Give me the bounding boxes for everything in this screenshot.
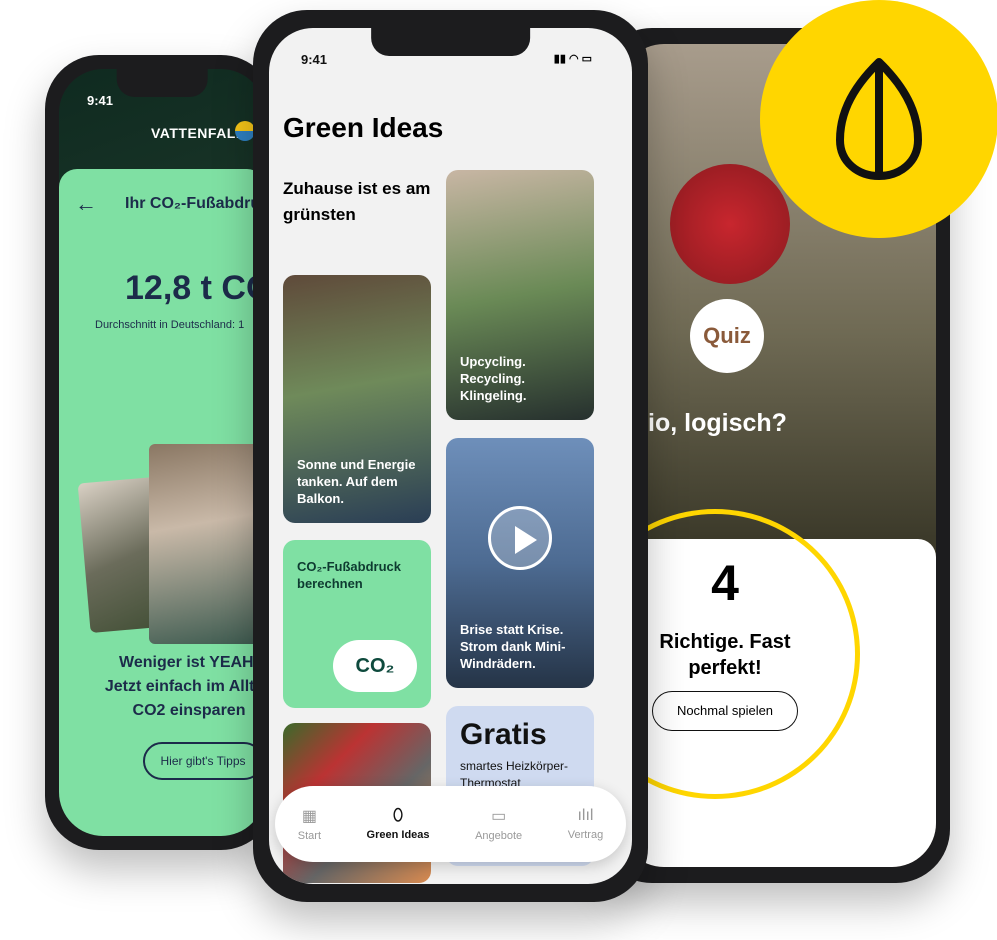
tile-wind[interactable]: Brise statt Krise. Strom dank Mini-Windr… [446, 438, 594, 688]
grid-icon: ▦ [301, 808, 317, 825]
tips-button[interactable]: Hier gibt's Tipps [143, 742, 263, 780]
center-phone: 9:41 ▮▮ ◠ ▭ Green Ideas Zuhause ist es a… [253, 10, 648, 902]
quiz-badge: Quiz [690, 299, 764, 373]
promo-text: Weniger ist YEAH! Jetzt einfach im Alltag… [104, 654, 265, 719]
leaf-icon: ⬯ [393, 807, 404, 824]
average-text: Durchschnitt in Deutschland: 1 [95, 319, 245, 331]
status-time: 9:41 [301, 52, 328, 67]
co2-card: ← Ihr CO₂-Fußabdruck 12,8 t CO₂ Durchsch… [59, 169, 265, 836]
score: 4 [711, 555, 739, 611]
page-title: Green Ideas [283, 112, 444, 143]
replay-button[interactable]: Nochmal spielen [652, 691, 798, 731]
left-screen: 9:41 VATTENFALL ← Ihr CO₂-Fußabdruck 12,… [59, 69, 265, 836]
co2-cloud-icon: CO₂ [333, 640, 417, 692]
bottom-nav: ▦ Start ⬯ Green Ideas ▭ Angebote ılıl Vertra… [275, 786, 626, 862]
result-card: 4 Richtige. Fast perfekt! Nochmal spiele… [620, 509, 936, 867]
nav-green-ideas[interactable]: ⬯ Green Ideas [367, 807, 430, 841]
leaf-badge [760, 0, 997, 238]
tag-icon: ▭ [491, 808, 507, 825]
status-time: 9:41 [87, 93, 114, 108]
card-title: Ihr CO₂-Fußabdruck [125, 195, 265, 212]
tile-co2[interactable]: CO₂-Fußabdruck berechnen CO₂ [283, 540, 431, 708]
photo-street [149, 444, 265, 644]
center-screen: 9:41 ▮▮ ◠ ▭ Green Ideas Zuhause ist es a… [269, 28, 632, 884]
play-icon[interactable] [488, 506, 552, 570]
quiz-question: Bio, logisch? [630, 409, 787, 437]
tile-upcycling[interactable]: Upcycling. Recycling. Klingeling. [446, 170, 594, 420]
nav-start[interactable]: ▦ Start [298, 806, 321, 842]
tile-balkon[interactable]: Sonne und Energie tanken. Auf dem Balkon… [283, 275, 431, 523]
result-text: Richtige. Fast perfekt! [659, 631, 791, 679]
brand-name: VATTENFALL [151, 125, 245, 141]
nav-angebote[interactable]: ▭ Angebote [475, 806, 522, 842]
bar-chart-icon: ılıl [577, 807, 594, 824]
nav-vertrag[interactable]: ılıl Vertrag [568, 807, 603, 841]
left-phone: 9:41 VATTENFALL ← Ihr CO₂-Fußabdruck 12,… [45, 55, 275, 850]
vattenfall-logo-icon [235, 121, 255, 141]
section-title: Zuhause ist es am grünsten [283, 179, 431, 224]
co2-amount: 12,8 t CO₂ [125, 269, 265, 307]
back-arrow-icon[interactable]: ← [75, 191, 97, 217]
leaf-icon [836, 58, 922, 180]
status-icons: ▮▮ ◠ ▭ [553, 53, 592, 65]
